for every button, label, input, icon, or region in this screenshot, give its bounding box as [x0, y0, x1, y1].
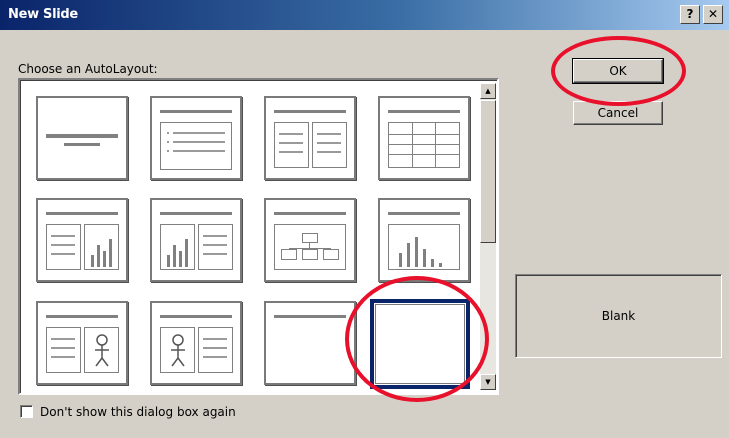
cancel-button[interactable]: Cancel — [573, 101, 663, 125]
layout-thumbnail-chart[interactable] — [378, 198, 470, 282]
layout-thumbnail-bulleted-list[interactable] — [150, 96, 242, 180]
layout-thumbnail-blank[interactable] — [370, 299, 470, 389]
layout-preview-label: Blank — [515, 274, 722, 358]
help-button[interactable]: ? — [680, 5, 700, 24]
layout-thumbnail-text-and-clip-art[interactable] — [36, 301, 128, 385]
dont-show-again-label[interactable]: Don't show this dialog box again — [40, 405, 236, 419]
layout-thumbnail-table[interactable] — [378, 96, 470, 180]
layout-thumbnail-title-slide[interactable] — [36, 96, 128, 180]
close-button[interactable]: ✕ — [703, 5, 723, 24]
dont-show-again-checkbox[interactable] — [20, 405, 33, 418]
dialog-title: New Slide — [8, 7, 78, 22]
layout-thumbnail-organization-chart[interactable] — [264, 198, 356, 282]
layout-thumbnail-two-column-text[interactable] — [264, 96, 356, 180]
layout-thumbnail-chart-and-text[interactable] — [150, 198, 242, 282]
scroll-up-button[interactable]: ▲ — [480, 83, 496, 99]
question-mark-icon: ? — [686, 7, 694, 21]
ok-button[interactable]: OK — [572, 58, 664, 84]
scroll-thumb[interactable] — [480, 100, 496, 243]
layout-thumbnail-title-only[interactable] — [264, 301, 356, 385]
clip-art-figure-icon — [95, 334, 109, 367]
layout-thumbnail-text-and-chart[interactable] — [36, 198, 128, 282]
clip-art-figure-icon — [171, 334, 185, 367]
scroll-down-button[interactable]: ▼ — [480, 374, 496, 390]
title-bar: New Slide ? ✕ — [0, 0, 729, 30]
autolayout-grid — [23, 83, 477, 390]
layout-list-scrollbar[interactable]: ▲ ▼ — [480, 83, 496, 390]
arrow-up-icon: ▲ — [485, 87, 491, 95]
autolayout-list[interactable]: ▲ ▼ — [18, 78, 499, 395]
close-icon: ✕ — [707, 7, 719, 21]
layout-thumbnail-clip-art-and-text[interactable] — [150, 301, 242, 385]
arrow-down-icon: ▼ — [485, 378, 491, 386]
autolayout-label: Choose an AutoLayout: — [18, 62, 158, 76]
